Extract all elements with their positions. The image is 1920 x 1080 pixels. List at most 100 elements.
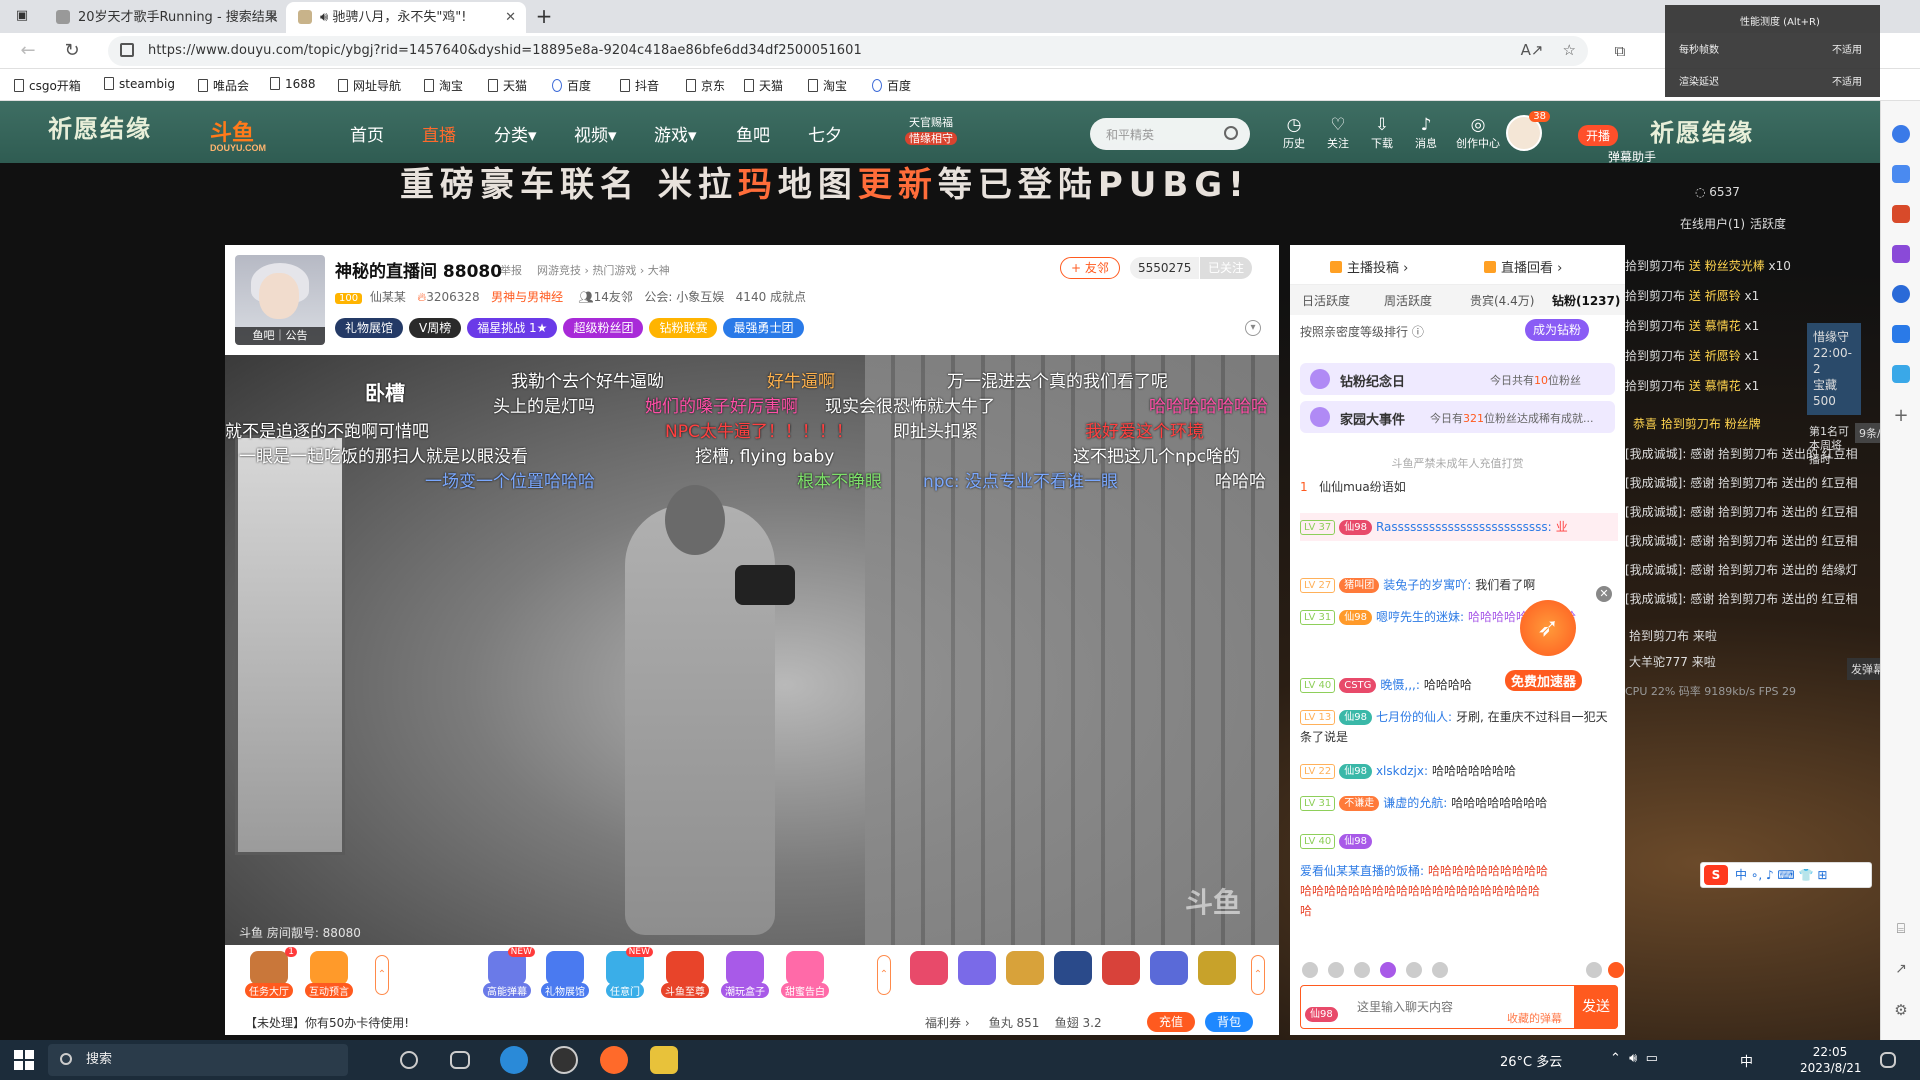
open-external-icon[interactable]: ↗ [1892, 961, 1910, 979]
online-users-tab[interactable]: 在线用户(1) [1680, 215, 1745, 232]
user-avatar[interactable]: 38 [1506, 111, 1550, 151]
gift-hall-button[interactable]: 礼物展馆 [537, 951, 593, 1003]
taskbar-search[interactable]: 搜索 [48, 1044, 348, 1076]
browser-tab-active[interactable]: 🔊︎ 驰骋八月，永不失"鸡"! ✕ [286, 2, 526, 33]
gift-item[interactable] [955, 951, 999, 1003]
outlook-icon[interactable] [1892, 325, 1910, 343]
download-button[interactable]: ⇩ 下载 [1364, 115, 1400, 151]
diamond-league-badge[interactable]: 钻粉联赛 [649, 318, 718, 338]
ime-toolbar[interactable]: S中 ∘, ♪ ⌨ 👕 ⊞ [1700, 862, 1872, 888]
home-event-card[interactable]: 家园大事件 今日有321位粉丝达成稀有成就... [1300, 401, 1615, 433]
copilot-icon[interactable] [1892, 285, 1910, 303]
tab-vip[interactable]: 贵宾(4.4万) [1470, 292, 1534, 309]
tab-actions-icon[interactable]: ▣ [12, 6, 32, 26]
bookmark[interactable]: 淘宝 [808, 77, 847, 94]
send-button[interactable]: 发送 [1574, 985, 1618, 1029]
url-text[interactable]: https://www.douyu.com/topic/ybgj?rid=145… [148, 43, 862, 58]
bookmark[interactable]: 天猫 [744, 77, 783, 94]
gift-item[interactable] [1195, 951, 1239, 1003]
nav-live[interactable]: 直播 [422, 121, 456, 146]
search-icon[interactable] [1892, 125, 1910, 143]
bookmark[interactable]: csgo开箱 [14, 77, 81, 94]
guild-info[interactable]: 公会: 小象互娱 [644, 290, 724, 304]
expand-gifts-left-button[interactable]: ⌃ [877, 955, 891, 995]
start-button[interactable] [14, 1050, 34, 1070]
new-tab-button[interactable]: + [530, 3, 558, 31]
bookmark[interactable]: 京东 [686, 77, 725, 94]
extensions-icon[interactable]: ⧉ [1608, 39, 1632, 63]
add-icon[interactable]: + [1892, 405, 1910, 426]
edge-icon[interactable] [500, 1046, 528, 1074]
gift-item[interactable] [1099, 951, 1143, 1003]
nav-fishbar[interactable]: 鱼吧 [736, 121, 770, 146]
douyu-app-icon[interactable] [600, 1046, 628, 1074]
chat-username[interactable]: 爱看仙某某直播的饭桶: [1300, 864, 1424, 878]
game-app-icon[interactable] [650, 1046, 678, 1074]
warrior-group-badge[interactable]: 最强勇士团 [723, 318, 804, 338]
free-accelerator-button[interactable]: 免费加速器 [1505, 670, 1583, 691]
charge-button[interactable]: 充值 [1147, 1012, 1196, 1032]
creator-center-button[interactable]: ◎ 创作中心 [1454, 115, 1502, 151]
site-search-input[interactable]: 和平精英 [1090, 118, 1250, 150]
anchor-name[interactable]: 仙某某 [370, 290, 406, 304]
rank-row[interactable]: 1 仙仙mua纷语如 [1300, 478, 1615, 500]
ime-indicator[interactable]: 中 [1740, 1051, 1753, 1070]
coupon-link[interactable]: 福利券 › [925, 1016, 970, 1030]
prediction-button[interactable]: 互动预言 [301, 951, 357, 1003]
tag-icon[interactable] [1892, 165, 1910, 183]
close-icon[interactable]: ✕ [1596, 586, 1612, 602]
steam-icon[interactable] [550, 1046, 578, 1074]
favorite-danmu-link[interactable]: 收藏的弹幕 [1507, 1010, 1562, 1026]
notification-icon[interactable] [1880, 1052, 1896, 1068]
gear-icon[interactable]: ⚙ [1892, 1001, 1910, 1019]
promo-event[interactable]: 天官赐福 惜缘相守 [896, 115, 966, 151]
expand-left-button[interactable]: ⌃ [375, 955, 389, 995]
clear-icon[interactable] [1586, 962, 1602, 978]
followed-button[interactable]: 已关注 [1200, 257, 1253, 279]
super-fans-badge[interactable]: 超级粉丝团 [563, 318, 644, 338]
bookmark[interactable]: 百度 [872, 77, 911, 94]
speaker-icon[interactable]: 🔊︎ [320, 10, 332, 25]
nav-video[interactable]: 视频▾ [574, 121, 617, 146]
message-button[interactable]: ♪ 消息 [1408, 115, 1444, 151]
anchor-vote-tab[interactable]: 主播投稿 › [1330, 257, 1408, 276]
horn-icon[interactable] [1328, 962, 1344, 978]
nav-game[interactable]: 游戏▾ [654, 121, 697, 146]
screenshot-icon[interactable]: ⌸ [1892, 921, 1910, 939]
expand-icon[interactable]: ▾ [1245, 320, 1261, 336]
help-icon[interactable]: ⓘ [1412, 325, 1424, 339]
tab-daily-activity[interactable]: 日活跃度 [1302, 292, 1350, 309]
close-tab-icon[interactable]: ✕ [267, 2, 278, 33]
activity-tab[interactable]: 活跃度 [1750, 215, 1786, 232]
tab-diamond-fans[interactable]: 钻粉(1237) [1552, 292, 1620, 309]
fan-anniversary-card[interactable]: 钻粉纪念日 今日共有10位粉丝 [1300, 363, 1615, 395]
chat-username[interactable]: 装兔子的岁寓吖: [1383, 578, 1471, 592]
cortana-icon[interactable] [400, 1051, 418, 1069]
bookmark[interactable]: 网址导航 [338, 77, 401, 94]
fan-badge-selector[interactable]: 仙98 [1305, 992, 1347, 1022]
gift-item[interactable] [1051, 951, 1095, 1003]
chat-username[interactable]: 晚慑,,,: [1380, 678, 1420, 692]
bookmark[interactable]: 天猫 [488, 77, 527, 94]
tray-icons[interactable]: ⌃ 🔊︎ ▭ [1610, 1051, 1658, 1066]
report-link[interactable]: 举报 [500, 262, 522, 278]
chat-username[interactable]: 七月份的仙人: [1376, 710, 1452, 724]
bookmark[interactable]: 抖音 [620, 77, 659, 94]
weather[interactable]: 26°C 多云 [1500, 1051, 1562, 1070]
clock[interactable]: 22:05 2023/8/21 [1800, 1044, 1862, 1076]
gift-hall-badge[interactable]: 礼物展馆 [335, 318, 404, 338]
weekly-rank-badge[interactable]: V周榜 [409, 318, 462, 338]
card-notice[interactable]: 【未处理】你有50办卡待使用! [245, 1014, 409, 1031]
fan-icon[interactable] [1380, 962, 1396, 978]
history-button[interactable]: ◷ 历史 [1276, 115, 1312, 151]
chat-username[interactable]: xlskdzjx: [1376, 764, 1428, 778]
bag-button[interactable]: 背包 [1205, 1012, 1254, 1032]
refresh-icon[interactable]: ↻ [60, 39, 84, 63]
send-icon[interactable] [1892, 365, 1910, 383]
douyu-logo[interactable]: 斗鱼 DOUYU.COM [210, 115, 266, 153]
go-live-button[interactable]: 开播 [1578, 125, 1619, 146]
task-view-icon[interactable] [450, 1051, 470, 1069]
bookmark[interactable]: steambig [104, 77, 175, 91]
nav-qixi[interactable]: 七夕 [808, 121, 842, 146]
bookmark[interactable]: 唯品会 [198, 77, 249, 94]
